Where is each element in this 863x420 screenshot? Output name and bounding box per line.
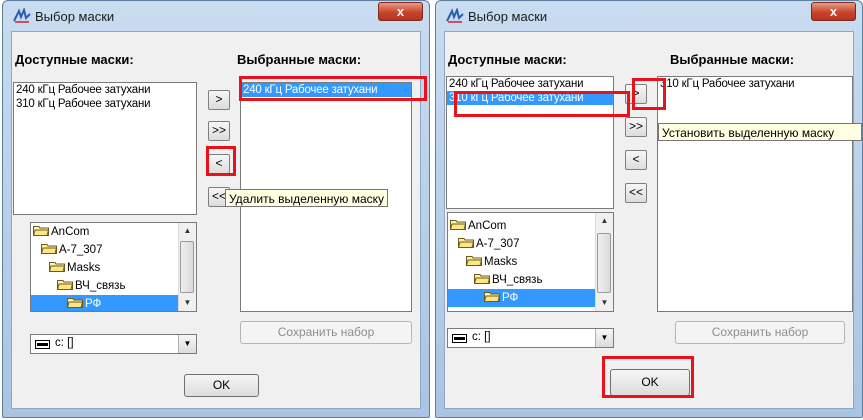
folder-tree[interactable]: AnCom A-7_307 Masks ВЧ_связь РФ ▲ ▼ bbox=[30, 222, 197, 312]
list-item[interactable]: 310 кГц Рабочее затухани bbox=[14, 97, 196, 111]
mask-dialog-right: Выбор маски x Доступные маски: Выбранные… bbox=[435, 0, 863, 418]
tooltip: Удалить выделенную маску bbox=[225, 189, 388, 207]
folder-tree[interactable]: AnCom A-7_307 Masks ВЧ_связь РФ ▲ ▼ bbox=[447, 212, 614, 312]
tooltip: Установить выделенную маску bbox=[658, 123, 862, 141]
list-item[interactable]: 240 кГц Рабочее затухани bbox=[14, 83, 196, 97]
remove-all-masks-button[interactable]: << bbox=[625, 183, 647, 203]
available-masks-list[interactable]: 240 кГц Рабочее затухани 310 кГц Рабочее… bbox=[13, 82, 197, 215]
folder-icon bbox=[49, 262, 65, 272]
ok-button[interactable]: OK bbox=[184, 374, 259, 397]
list-item[interactable]: 310 кГц Рабочее затухани bbox=[447, 91, 613, 105]
drive-select[interactable]: c: [] ▼ bbox=[30, 334, 197, 354]
folder-icon bbox=[450, 220, 466, 230]
list-item[interactable]: 310 кГц Рабочее затухани bbox=[658, 77, 852, 91]
tree-node-label: A-7_307 bbox=[476, 238, 520, 250]
tree-node-label: AnCom bbox=[51, 226, 90, 238]
tree-node[interactable]: A-7_307 bbox=[458, 235, 519, 253]
app-icon bbox=[446, 8, 464, 23]
add-mask-button[interactable]: > bbox=[625, 84, 647, 104]
save-set-button[interactable]: Сохранить набор bbox=[240, 321, 412, 344]
dialog-body: Доступные маски: Выбранные маски: 240 кГ… bbox=[11, 31, 421, 409]
tree-scrollbar[interactable]: ▲ ▼ bbox=[595, 213, 613, 311]
app-icon bbox=[13, 8, 31, 23]
scroll-down-icon[interactable]: ▼ bbox=[596, 295, 613, 311]
tree-scrollbar[interactable]: ▲ ▼ bbox=[178, 223, 196, 311]
save-set-button[interactable]: Сохранить набор bbox=[675, 321, 845, 344]
tree-node-label: РФ bbox=[502, 292, 519, 304]
ok-button[interactable]: OK bbox=[610, 369, 690, 396]
drive-select-value: c: [] bbox=[55, 337, 74, 349]
folder-open-icon bbox=[67, 298, 83, 308]
selected-masks-list[interactable]: 310 кГц Рабочее затухани bbox=[657, 76, 853, 312]
mask-dialog-left: Выбор маски x Доступные маски: Выбранные… bbox=[2, 0, 430, 418]
scroll-down-icon[interactable]: ▼ bbox=[179, 295, 196, 311]
add-all-masks-button[interactable]: >> bbox=[625, 117, 647, 137]
folder-icon bbox=[41, 244, 57, 254]
remove-mask-button[interactable]: < bbox=[625, 150, 647, 170]
tree-node[interactable]: AnCom bbox=[33, 223, 89, 241]
close-button[interactable]: x bbox=[811, 2, 856, 21]
drive-select-value: c: [] bbox=[472, 331, 491, 343]
drive-select[interactable]: c: [] ▼ bbox=[447, 328, 614, 348]
scroll-up-icon[interactable]: ▲ bbox=[179, 223, 196, 239]
tree-node[interactable]: ВЧ_связь bbox=[57, 277, 125, 295]
list-item[interactable]: 240 кГц Рабочее затухани bbox=[241, 83, 411, 97]
add-mask-button[interactable]: > bbox=[208, 90, 230, 110]
selected-masks-label: Выбранные маски: bbox=[237, 52, 362, 67]
folder-icon bbox=[466, 256, 482, 266]
drive-icon bbox=[35, 340, 50, 349]
tree-node[interactable]: Masks bbox=[466, 253, 517, 271]
scroll-thumb[interactable] bbox=[597, 233, 611, 293]
add-all-masks-button[interactable]: >> bbox=[208, 121, 230, 141]
tree-node[interactable]: РФ bbox=[448, 289, 596, 307]
scroll-thumb[interactable] bbox=[180, 241, 194, 293]
scroll-up-icon[interactable]: ▲ bbox=[596, 213, 613, 229]
folder-icon bbox=[33, 226, 49, 236]
tree-node-label: Masks bbox=[484, 256, 518, 268]
title-bar[interactable]: Выбор маски x bbox=[3, 1, 429, 31]
tree-node-label: ВЧ_связь bbox=[75, 280, 126, 292]
tree-node-label: AnCom bbox=[468, 220, 507, 232]
folder-icon bbox=[458, 238, 474, 248]
available-masks-list[interactable]: 240 кГц Рабочее затухани 310 кГц Рабочее… bbox=[446, 76, 614, 209]
folder-icon bbox=[474, 274, 490, 284]
title-bar[interactable]: Выбор маски x bbox=[436, 1, 862, 31]
tree-node-label: Masks bbox=[67, 262, 101, 274]
tree-node[interactable]: A-7_307 bbox=[41, 241, 102, 259]
folder-open-icon bbox=[484, 292, 500, 302]
remove-mask-button[interactable]: < bbox=[208, 154, 230, 174]
tree-node-label: A-7_307 bbox=[59, 244, 103, 256]
available-masks-label: Доступные маски: bbox=[15, 52, 134, 67]
chevron-down-icon[interactable]: ▼ bbox=[595, 329, 613, 347]
drive-icon bbox=[452, 334, 467, 343]
dialog-body: Доступные маски: Выбранные маски: 240 кГ… bbox=[444, 31, 854, 409]
available-masks-label: Доступные маски: bbox=[448, 52, 567, 67]
tree-node[interactable]: Masks bbox=[49, 259, 100, 277]
tree-node[interactable]: ВЧ_связь bbox=[474, 271, 542, 289]
chevron-down-icon[interactable]: ▼ bbox=[178, 335, 196, 353]
folder-icon bbox=[57, 280, 73, 290]
selected-masks-label: Выбранные маски: bbox=[670, 52, 795, 67]
close-button[interactable]: x bbox=[378, 2, 423, 21]
tree-node-label: РФ bbox=[85, 298, 102, 310]
tree-node-label: ВЧ_связь bbox=[492, 274, 543, 286]
tree-node[interactable]: РФ bbox=[31, 295, 179, 311]
window-title: Выбор маски bbox=[468, 9, 548, 24]
tree-node[interactable]: AnCom bbox=[450, 217, 506, 235]
window-title: Выбор маски bbox=[35, 9, 115, 24]
list-item[interactable]: 240 кГц Рабочее затухани bbox=[447, 77, 613, 91]
